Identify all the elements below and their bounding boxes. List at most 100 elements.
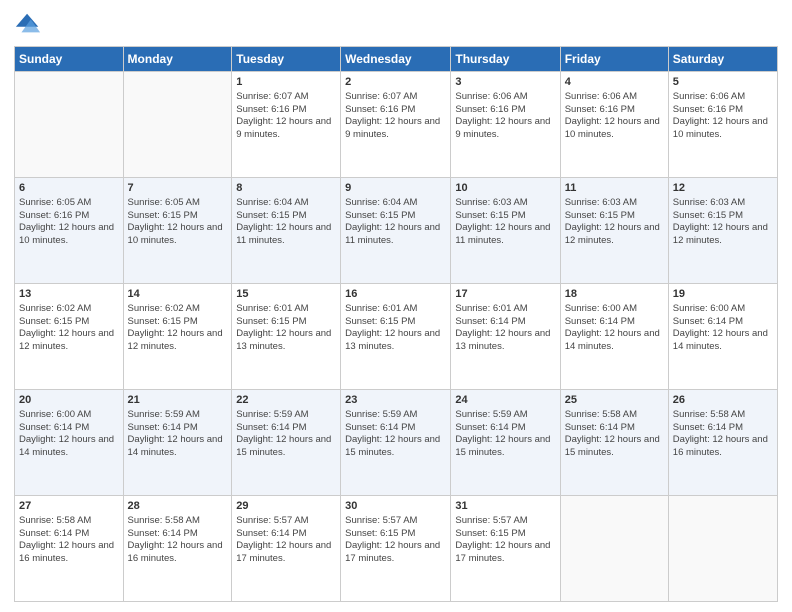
day-number: 21 <box>128 393 228 408</box>
day-info: Sunrise: 5:57 AMSunset: 6:15 PMDaylight:… <box>455 515 555 566</box>
day-cell: 20Sunrise: 6:00 AMSunset: 6:14 PMDayligh… <box>15 390 124 496</box>
week-row-2: 6Sunrise: 6:05 AMSunset: 6:16 PMDaylight… <box>15 178 778 284</box>
day-cell <box>560 496 668 602</box>
day-cell: 14Sunrise: 6:02 AMSunset: 6:15 PMDayligh… <box>123 284 232 390</box>
day-cell: 9Sunrise: 6:04 AMSunset: 6:15 PMDaylight… <box>341 178 451 284</box>
week-row-4: 20Sunrise: 6:00 AMSunset: 6:14 PMDayligh… <box>15 390 778 496</box>
day-cell: 23Sunrise: 5:59 AMSunset: 6:14 PMDayligh… <box>341 390 451 496</box>
day-info: Sunrise: 6:01 AMSunset: 6:15 PMDaylight:… <box>236 303 336 354</box>
day-number: 6 <box>19 181 119 196</box>
day-cell <box>123 72 232 178</box>
weekday-header-sunday: Sunday <box>15 47 124 72</box>
day-cell <box>15 72 124 178</box>
day-info: Sunrise: 6:02 AMSunset: 6:15 PMDaylight:… <box>19 303 119 354</box>
day-number: 13 <box>19 287 119 302</box>
day-number: 20 <box>19 393 119 408</box>
day-number: 14 <box>128 287 228 302</box>
day-info: Sunrise: 6:01 AMSunset: 6:15 PMDaylight:… <box>345 303 446 354</box>
day-number: 29 <box>236 499 336 514</box>
weekday-header-tuesday: Tuesday <box>232 47 341 72</box>
day-cell <box>668 496 777 602</box>
day-number: 4 <box>565 75 664 90</box>
logo-icon <box>14 10 42 38</box>
day-number: 18 <box>565 287 664 302</box>
header <box>14 10 778 38</box>
day-info: Sunrise: 6:05 AMSunset: 6:16 PMDaylight:… <box>19 197 119 248</box>
weekday-header-thursday: Thursday <box>451 47 560 72</box>
day-cell: 17Sunrise: 6:01 AMSunset: 6:14 PMDayligh… <box>451 284 560 390</box>
calendar-table: SundayMondayTuesdayWednesdayThursdayFrid… <box>14 46 778 602</box>
day-cell: 13Sunrise: 6:02 AMSunset: 6:15 PMDayligh… <box>15 284 124 390</box>
day-info: Sunrise: 6:07 AMSunset: 6:16 PMDaylight:… <box>236 91 336 142</box>
day-cell: 30Sunrise: 5:57 AMSunset: 6:15 PMDayligh… <box>341 496 451 602</box>
day-info: Sunrise: 6:01 AMSunset: 6:14 PMDaylight:… <box>455 303 555 354</box>
day-cell: 2Sunrise: 6:07 AMSunset: 6:16 PMDaylight… <box>341 72 451 178</box>
day-cell: 16Sunrise: 6:01 AMSunset: 6:15 PMDayligh… <box>341 284 451 390</box>
day-number: 3 <box>455 75 555 90</box>
day-cell: 3Sunrise: 6:06 AMSunset: 6:16 PMDaylight… <box>451 72 560 178</box>
day-number: 15 <box>236 287 336 302</box>
day-info: Sunrise: 6:00 AMSunset: 6:14 PMDaylight:… <box>565 303 664 354</box>
day-number: 1 <box>236 75 336 90</box>
day-info: Sunrise: 5:59 AMSunset: 6:14 PMDaylight:… <box>236 409 336 460</box>
day-cell: 1Sunrise: 6:07 AMSunset: 6:16 PMDaylight… <box>232 72 341 178</box>
day-number: 2 <box>345 75 446 90</box>
day-number: 17 <box>455 287 555 302</box>
day-number: 24 <box>455 393 555 408</box>
weekday-header-wednesday: Wednesday <box>341 47 451 72</box>
day-cell: 8Sunrise: 6:04 AMSunset: 6:15 PMDaylight… <box>232 178 341 284</box>
day-info: Sunrise: 5:58 AMSunset: 6:14 PMDaylight:… <box>19 515 119 566</box>
day-info: Sunrise: 6:00 AMSunset: 6:14 PMDaylight:… <box>19 409 119 460</box>
day-cell: 31Sunrise: 5:57 AMSunset: 6:15 PMDayligh… <box>451 496 560 602</box>
day-cell: 27Sunrise: 5:58 AMSunset: 6:14 PMDayligh… <box>15 496 124 602</box>
day-info: Sunrise: 6:07 AMSunset: 6:16 PMDaylight:… <box>345 91 446 142</box>
day-cell: 19Sunrise: 6:00 AMSunset: 6:14 PMDayligh… <box>668 284 777 390</box>
page: SundayMondayTuesdayWednesdayThursdayFrid… <box>0 0 792 612</box>
day-cell: 29Sunrise: 5:57 AMSunset: 6:14 PMDayligh… <box>232 496 341 602</box>
day-info: Sunrise: 6:03 AMSunset: 6:15 PMDaylight:… <box>565 197 664 248</box>
day-number: 12 <box>673 181 773 196</box>
day-info: Sunrise: 6:06 AMSunset: 6:16 PMDaylight:… <box>565 91 664 142</box>
weekday-header-monday: Monday <box>123 47 232 72</box>
day-number: 23 <box>345 393 446 408</box>
day-number: 31 <box>455 499 555 514</box>
day-cell: 25Sunrise: 5:58 AMSunset: 6:14 PMDayligh… <box>560 390 668 496</box>
week-row-3: 13Sunrise: 6:02 AMSunset: 6:15 PMDayligh… <box>15 284 778 390</box>
day-number: 26 <box>673 393 773 408</box>
day-info: Sunrise: 5:58 AMSunset: 6:14 PMDaylight:… <box>565 409 664 460</box>
day-info: Sunrise: 5:57 AMSunset: 6:14 PMDaylight:… <box>236 515 336 566</box>
day-info: Sunrise: 6:05 AMSunset: 6:15 PMDaylight:… <box>128 197 228 248</box>
day-cell: 7Sunrise: 6:05 AMSunset: 6:15 PMDaylight… <box>123 178 232 284</box>
day-number: 30 <box>345 499 446 514</box>
day-info: Sunrise: 6:00 AMSunset: 6:14 PMDaylight:… <box>673 303 773 354</box>
day-cell: 24Sunrise: 5:59 AMSunset: 6:14 PMDayligh… <box>451 390 560 496</box>
day-number: 9 <box>345 181 446 196</box>
week-row-1: 1Sunrise: 6:07 AMSunset: 6:16 PMDaylight… <box>15 72 778 178</box>
day-cell: 15Sunrise: 6:01 AMSunset: 6:15 PMDayligh… <box>232 284 341 390</box>
day-cell: 10Sunrise: 6:03 AMSunset: 6:15 PMDayligh… <box>451 178 560 284</box>
day-info: Sunrise: 5:59 AMSunset: 6:14 PMDaylight:… <box>345 409 446 460</box>
weekday-header-friday: Friday <box>560 47 668 72</box>
day-info: Sunrise: 6:02 AMSunset: 6:15 PMDaylight:… <box>128 303 228 354</box>
day-cell: 28Sunrise: 5:58 AMSunset: 6:14 PMDayligh… <box>123 496 232 602</box>
day-number: 10 <box>455 181 555 196</box>
day-info: Sunrise: 5:59 AMSunset: 6:14 PMDaylight:… <box>455 409 555 460</box>
day-cell: 6Sunrise: 6:05 AMSunset: 6:16 PMDaylight… <box>15 178 124 284</box>
day-info: Sunrise: 5:58 AMSunset: 6:14 PMDaylight:… <box>128 515 228 566</box>
day-info: Sunrise: 5:58 AMSunset: 6:14 PMDaylight:… <box>673 409 773 460</box>
day-number: 5 <box>673 75 773 90</box>
day-info: Sunrise: 6:03 AMSunset: 6:15 PMDaylight:… <box>455 197 555 248</box>
day-info: Sunrise: 6:06 AMSunset: 6:16 PMDaylight:… <box>673 91 773 142</box>
day-info: Sunrise: 6:04 AMSunset: 6:15 PMDaylight:… <box>345 197 446 248</box>
day-number: 11 <box>565 181 664 196</box>
day-cell: 22Sunrise: 5:59 AMSunset: 6:14 PMDayligh… <box>232 390 341 496</box>
week-row-5: 27Sunrise: 5:58 AMSunset: 6:14 PMDayligh… <box>15 496 778 602</box>
day-cell: 18Sunrise: 6:00 AMSunset: 6:14 PMDayligh… <box>560 284 668 390</box>
day-info: Sunrise: 6:03 AMSunset: 6:15 PMDaylight:… <box>673 197 773 248</box>
day-cell: 4Sunrise: 6:06 AMSunset: 6:16 PMDaylight… <box>560 72 668 178</box>
day-info: Sunrise: 5:57 AMSunset: 6:15 PMDaylight:… <box>345 515 446 566</box>
day-number: 19 <box>673 287 773 302</box>
day-cell: 12Sunrise: 6:03 AMSunset: 6:15 PMDayligh… <box>668 178 777 284</box>
day-cell: 5Sunrise: 6:06 AMSunset: 6:16 PMDaylight… <box>668 72 777 178</box>
day-info: Sunrise: 5:59 AMSunset: 6:14 PMDaylight:… <box>128 409 228 460</box>
